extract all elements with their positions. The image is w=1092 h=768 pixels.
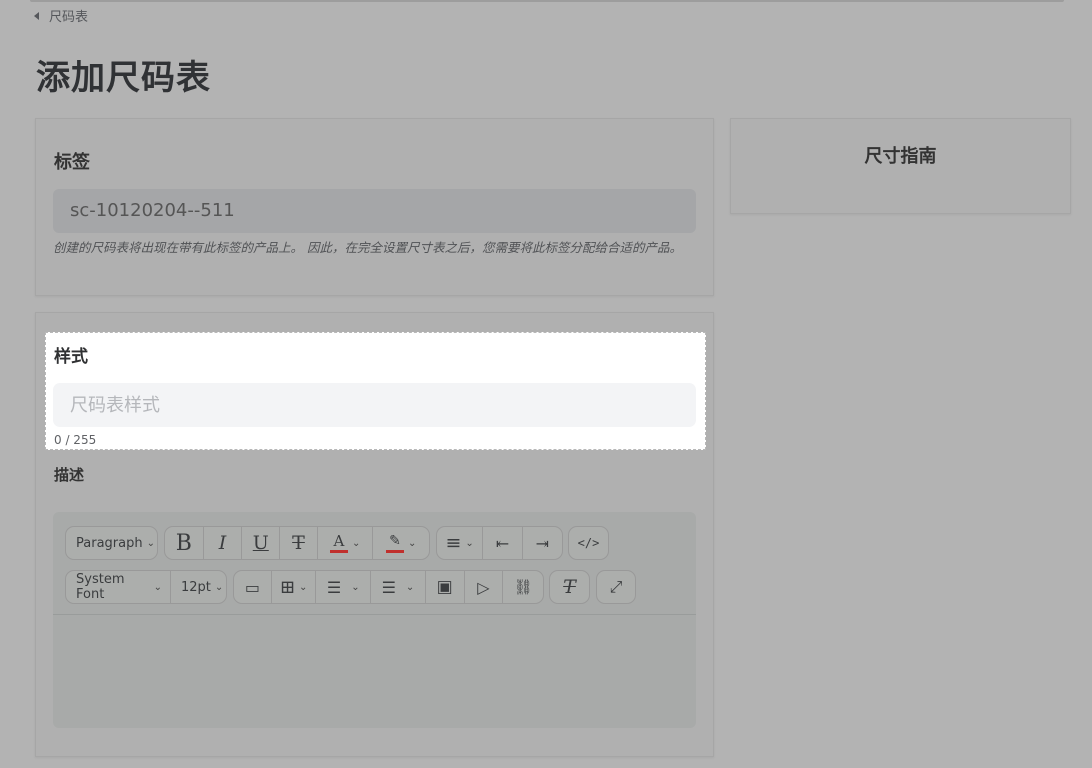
chevron-down-icon: ⌄ (214, 581, 224, 593)
numbered-list-button[interactable]: ☰ ⌄ (371, 571, 426, 603)
tag-help-text: 创建的尺码表将出现在带有此标签的产品上。 因此，在完全设置尺寸表之后，您需要将此… (53, 240, 682, 255)
chevron-down-icon[interactable]: ⌄ (408, 538, 416, 549)
underline-button[interactable]: U (242, 527, 281, 559)
chevron-down-icon[interactable]: ⌄ (351, 582, 359, 593)
insert-link-button[interactable]: ⛓ (503, 571, 543, 603)
font-size-value: 12pt (181, 579, 211, 595)
underline-icon: U (252, 532, 269, 554)
back-caret-icon[interactable] (34, 11, 39, 20)
clear-formatting-button[interactable]: T (550, 571, 589, 603)
clear-format-group: T (549, 570, 590, 604)
insert-media-button[interactable]: ▷ (465, 571, 504, 603)
italic-icon: I (218, 532, 227, 554)
breadcrumb[interactable]: 尺码表 (34, 6, 88, 25)
chevron-down-icon[interactable]: ⌄ (352, 538, 360, 549)
insert-image-button[interactable]: ▣ (426, 571, 465, 603)
font-family-select[interactable]: System Font ⌄ (66, 571, 171, 603)
bold-button[interactable]: B (165, 527, 204, 559)
bullet-list-icon: ☰ (326, 577, 342, 597)
insert-group: ▭ ⊞ ⌄ ☰ ⌄ ☰ ⌄ ▣ ▷ ⛓ (233, 570, 544, 604)
code-group: </> (568, 526, 609, 560)
table-icon: ⊞ (279, 576, 295, 598)
alignment-group: ≡ ⌄ ⇤ ⇥ (436, 526, 563, 560)
highlight-color-icon: ✎ (386, 534, 405, 553)
breadcrumb-back-link[interactable]: 尺码表 (49, 6, 88, 25)
tag-label: 标签 (54, 152, 90, 173)
strikethrough-icon: T (292, 532, 305, 554)
style-input[interactable] (53, 383, 696, 427)
text-color-button[interactable]: A ⌄ (318, 527, 374, 559)
font-family-value: System Font (76, 572, 125, 602)
chevron-down-icon: ⌄ (465, 537, 474, 549)
outdent-button[interactable]: ⇤ (483, 527, 523, 559)
bullet-list-button[interactable]: ☰ ⌄ (316, 571, 372, 603)
link-icon: ⛓ (513, 578, 533, 596)
strikethrough-button[interactable]: T (280, 527, 318, 559)
editor-toolbar-divider (53, 614, 696, 615)
table-button[interactable]: ⊞ ⌄ (272, 571, 317, 603)
block-format-value: Paragraph (76, 535, 143, 551)
text-color-icon: A (329, 533, 348, 553)
numbered-list-icon: ☰ (381, 577, 396, 597)
chevron-down-icon: ⌄ (146, 537, 155, 549)
text-format-group: B I U T A ⌄ ✎ ⌄ (164, 526, 430, 560)
block-format-group: Paragraph ⌄ (65, 526, 158, 560)
tag-field: sc-10120204--511 (53, 189, 696, 233)
fullscreen-icon: ⤢ (609, 577, 623, 596)
image-icon: ▣ (436, 577, 453, 597)
outdent-icon: ⇤ (495, 533, 510, 553)
align-left-icon: ≡ (445, 532, 462, 554)
chevron-down-icon: ⌄ (153, 581, 162, 593)
bold-icon: B (175, 530, 192, 556)
fullscreen-button[interactable]: ⤢ (597, 571, 635, 603)
description-label: 描述 (54, 466, 85, 484)
indent-icon: ⇥ (535, 533, 550, 553)
indent-button[interactable]: ⇥ (523, 527, 562, 559)
font-group: System Font ⌄ 12pt ⌄ (65, 570, 227, 604)
chevron-down-icon[interactable]: ⌄ (406, 582, 414, 593)
code-icon: </> (577, 536, 600, 550)
top-scroll-edge (30, 0, 1064, 2)
clear-formatting-icon: T (563, 576, 576, 598)
style-char-counter: 0 / 255 (54, 433, 97, 447)
page-title: 添加尺码表 (36, 58, 211, 98)
font-size-select[interactable]: 12pt ⌄ (171, 571, 226, 603)
horizontal-rule-button[interactable]: ▭ (234, 571, 272, 603)
size-guide-title: 尺寸指南 (864, 146, 937, 167)
highlight-color-button[interactable]: ✎ ⌄ (373, 527, 429, 559)
horizontal-rule-icon: ▭ (244, 577, 260, 597)
source-code-button[interactable]: </> (569, 527, 608, 559)
media-play-icon: ▷ (477, 577, 490, 597)
block-format-select[interactable]: Paragraph ⌄ (66, 527, 159, 559)
style-label: 样式 (54, 347, 88, 367)
align-button[interactable]: ≡ ⌄ (437, 527, 484, 559)
chevron-down-icon: ⌄ (298, 581, 308, 593)
italic-button[interactable]: I (204, 527, 243, 559)
fullscreen-group: ⤢ (596, 570, 636, 604)
